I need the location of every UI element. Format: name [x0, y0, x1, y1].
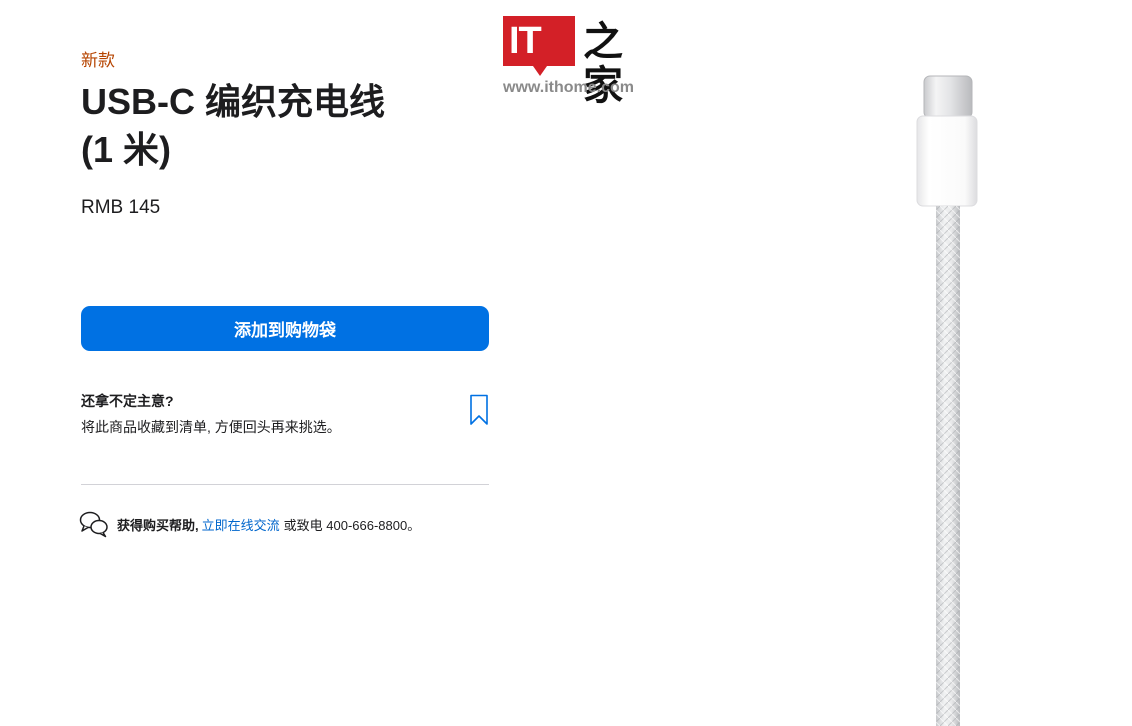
purchase-help-row: 获得购买帮助, 立即在线交流 或致电 400-666-8800。	[79, 510, 420, 538]
product-title: USB-C 编织充电线 (1 米)	[81, 78, 489, 174]
bookmark-icon[interactable]	[469, 394, 489, 426]
chat-bubbles-icon	[79, 511, 108, 538]
save-description: 将此商品收藏到清单, 方便回头再来挑选。	[81, 419, 341, 435]
section-divider	[81, 484, 489, 485]
help-phone-text: 或致电 400-666-8800。	[283, 517, 421, 533]
save-question: 还拿不定主意?	[81, 393, 174, 409]
product-price: RMB 145	[81, 197, 161, 218]
chat-online-link[interactable]: 立即在线交流	[202, 515, 280, 534]
ithome-logo-letters: IT	[509, 20, 542, 62]
new-badge: 新款	[81, 51, 115, 70]
help-label: 获得购买帮助,	[117, 517, 199, 533]
product-title-line-2: (1 米)	[81, 129, 172, 170]
ithome-url: www.ithome.com	[503, 79, 634, 96]
product-title-line-1: USB-C 编织充电线	[81, 81, 385, 122]
usb-c-cable-image	[916, 75, 978, 726]
add-to-bag-button[interactable]: 添加到购物袋	[81, 306, 489, 351]
save-for-later-section: 还拿不定主意? 将此商品收藏到清单, 方便回头再来挑选。	[81, 390, 489, 440]
ithome-watermark: IT 之家 www.ithome.com	[503, 16, 653, 108]
